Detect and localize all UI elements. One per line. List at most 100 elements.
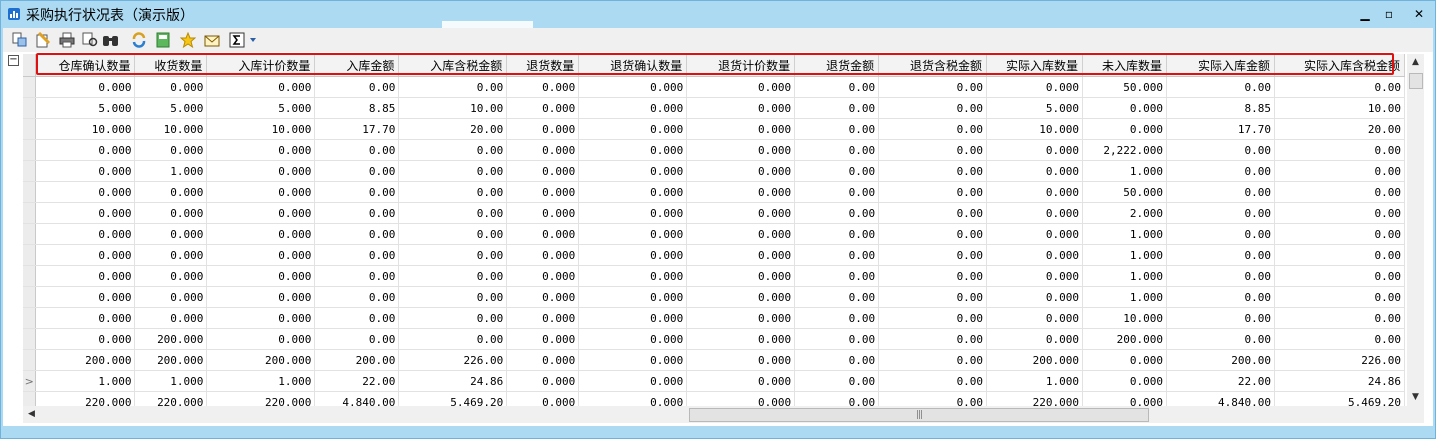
table-cell[interactable]: 0.000 xyxy=(578,202,688,224)
table-cell[interactable]: 8.85 xyxy=(1166,97,1275,119)
table-row[interactable]: 200.000 200.000 200.000 200.00 226.00 0.000 0.… xyxy=(23,349,1405,371)
table-cell[interactable]: 0.000 xyxy=(686,160,796,182)
table-cell[interactable]: 17.70 xyxy=(1166,118,1275,140)
table-cell[interactable]: 50.000 xyxy=(1082,181,1167,203)
table-row[interactable]: 0.000 0.000 0.000 0.00 0.00 0.000 0.000 0.000 0.… xyxy=(23,286,1405,308)
table-cell[interactable]: 0.00 xyxy=(794,286,880,308)
table-cell[interactable]: 0.00 xyxy=(1274,139,1405,161)
table-cell[interactable]: 0.00 xyxy=(398,265,508,287)
export-button[interactable] xyxy=(154,31,172,49)
table-cell[interactable]: 0.000 xyxy=(134,244,208,266)
table-cell[interactable]: 0.000 xyxy=(206,223,316,245)
table-cell[interactable]: 0.000 xyxy=(35,181,136,203)
table-cell[interactable]: 0.00 xyxy=(1166,244,1275,266)
table-row[interactable]: 0.000 0.000 0.000 0.00 0.00 0.000 0.000 0.000 0.… xyxy=(23,202,1405,224)
scroll-left-button[interactable]: ◀ xyxy=(23,406,40,423)
table-cell[interactable]: 0.000 xyxy=(506,202,580,224)
table-cell[interactable]: 0.000 xyxy=(1082,349,1167,371)
table-cell[interactable]: 0.000 xyxy=(686,223,796,245)
table-cell[interactable]: 0.000 xyxy=(578,160,688,182)
column-header[interactable]: 实际入库金额 xyxy=(1166,54,1275,77)
table-cell[interactable]: 10.000 xyxy=(35,118,136,140)
table-cell[interactable]: 17.70 xyxy=(314,118,400,140)
collapse-toggle[interactable]: − xyxy=(8,55,19,66)
table-cell[interactable]: 226.00 xyxy=(398,349,508,371)
column-header[interactable]: 实际入库数量 xyxy=(986,54,1084,77)
table-cell[interactable]: 0.00 xyxy=(794,202,880,224)
table-cell[interactable]: 0.000 xyxy=(506,97,580,119)
table-cell[interactable]: 0.000 xyxy=(578,76,688,98)
table-cell[interactable]: 0.000 xyxy=(506,160,580,182)
table-cell[interactable]: 0.000 xyxy=(686,181,796,203)
table-cell[interactable]: 0.000 xyxy=(1082,370,1167,392)
table-cell[interactable]: 0.00 xyxy=(314,244,400,266)
table-cell[interactable]: 0.000 xyxy=(986,160,1084,182)
table-cell[interactable]: 0.000 xyxy=(578,139,688,161)
table-cell[interactable]: 20.00 xyxy=(398,118,508,140)
table-cell[interactable]: 0.000 xyxy=(134,223,208,245)
table-cell[interactable]: 0.000 xyxy=(986,181,1084,203)
table-cell[interactable]: 5.000 xyxy=(986,97,1084,119)
table-cell[interactable]: 0.000 xyxy=(686,349,796,371)
horizontal-scrollbar[interactable]: ◀ ||| xyxy=(23,406,1407,423)
table-cell[interactable]: 0.000 xyxy=(986,223,1084,245)
row-selector[interactable] xyxy=(23,244,37,266)
column-header[interactable]: 实际入库含税金额 xyxy=(1274,54,1405,77)
table-cell[interactable]: 0.000 xyxy=(506,286,580,308)
table-cell[interactable]: 0.00 xyxy=(878,349,988,371)
table-cell[interactable]: 5.000 xyxy=(206,97,316,119)
table-cell[interactable]: 0.00 xyxy=(794,181,880,203)
table-cell[interactable]: 0.00 xyxy=(398,223,508,245)
column-header[interactable]: 退货金额 xyxy=(794,54,880,77)
table-cell[interactable]: 0.000 xyxy=(134,76,208,98)
table-cell[interactable]: 0.00 xyxy=(398,286,508,308)
table-cell[interactable]: 10.000 xyxy=(1082,307,1167,329)
table-cell[interactable]: 0.000 xyxy=(206,307,316,329)
favorite-button[interactable] xyxy=(179,31,197,49)
table-cell[interactable]: 0.00 xyxy=(794,370,880,392)
table-cell[interactable]: 0.000 xyxy=(206,202,316,224)
table-cell[interactable]: 200.000 xyxy=(986,349,1084,371)
table-cell[interactable]: 0.000 xyxy=(686,307,796,329)
table-cell[interactable]: 24.86 xyxy=(398,370,508,392)
row-selector[interactable] xyxy=(23,139,37,161)
table-cell[interactable]: 0.000 xyxy=(206,265,316,287)
table-cell[interactable]: 22.00 xyxy=(314,370,400,392)
table-row[interactable]: 0.000 0.000 0.000 0.00 0.00 0.000 0.000 0.000 0.… xyxy=(23,307,1405,329)
table-cell[interactable]: 0.00 xyxy=(878,265,988,287)
filter-button[interactable] xyxy=(81,31,99,49)
table-cell[interactable]: 24.86 xyxy=(1274,370,1405,392)
table-cell[interactable]: 0.000 xyxy=(1082,118,1167,140)
table-cell[interactable]: 0.00 xyxy=(794,97,880,119)
table-cell[interactable]: 0.00 xyxy=(398,244,508,266)
table-cell[interactable]: 0.000 xyxy=(1082,97,1167,119)
page-setup-button[interactable] xyxy=(34,31,52,49)
column-header[interactable]: 退货含税金额 xyxy=(878,54,988,77)
sum-button[interactable] xyxy=(228,31,246,49)
table-cell[interactable]: 0.000 xyxy=(35,139,136,161)
table-cell[interactable]: 1.000 xyxy=(134,160,208,182)
mail-button[interactable] xyxy=(203,31,221,49)
table-cell[interactable]: 0.00 xyxy=(1166,139,1275,161)
table-row[interactable]: 10.000 10.000 10.000 17.70 20.00 0.000 0.000 0.… xyxy=(23,118,1405,140)
row-selector[interactable] xyxy=(23,181,37,203)
table-cell[interactable]: 0.000 xyxy=(134,202,208,224)
table-cell[interactable]: 0.000 xyxy=(578,328,688,350)
table-cell[interactable]: 10.000 xyxy=(134,118,208,140)
table-cell[interactable]: 0.000 xyxy=(578,370,688,392)
table-cell[interactable]: 200.000 xyxy=(1082,328,1167,350)
table-cell[interactable]: 0.00 xyxy=(794,160,880,182)
table-cell[interactable]: 200.000 xyxy=(206,349,316,371)
row-selector[interactable] xyxy=(23,265,37,287)
table-row[interactable]: 0.000 0.000 0.000 0.00 0.00 0.000 0.000 0.000 0.… xyxy=(23,265,1405,287)
table-cell[interactable]: 0.000 xyxy=(578,244,688,266)
table-cell[interactable]: 0.000 xyxy=(578,349,688,371)
table-cell[interactable]: 2.000 xyxy=(1082,202,1167,224)
table-cell[interactable]: 0.00 xyxy=(1166,181,1275,203)
table-cell[interactable]: 0.00 xyxy=(1274,286,1405,308)
table-cell[interactable]: 0.00 xyxy=(878,139,988,161)
table-cell[interactable]: 0.00 xyxy=(314,202,400,224)
table-cell[interactable]: 0.00 xyxy=(794,349,880,371)
row-selector[interactable] xyxy=(23,223,37,245)
table-cell[interactable]: 0.000 xyxy=(686,202,796,224)
